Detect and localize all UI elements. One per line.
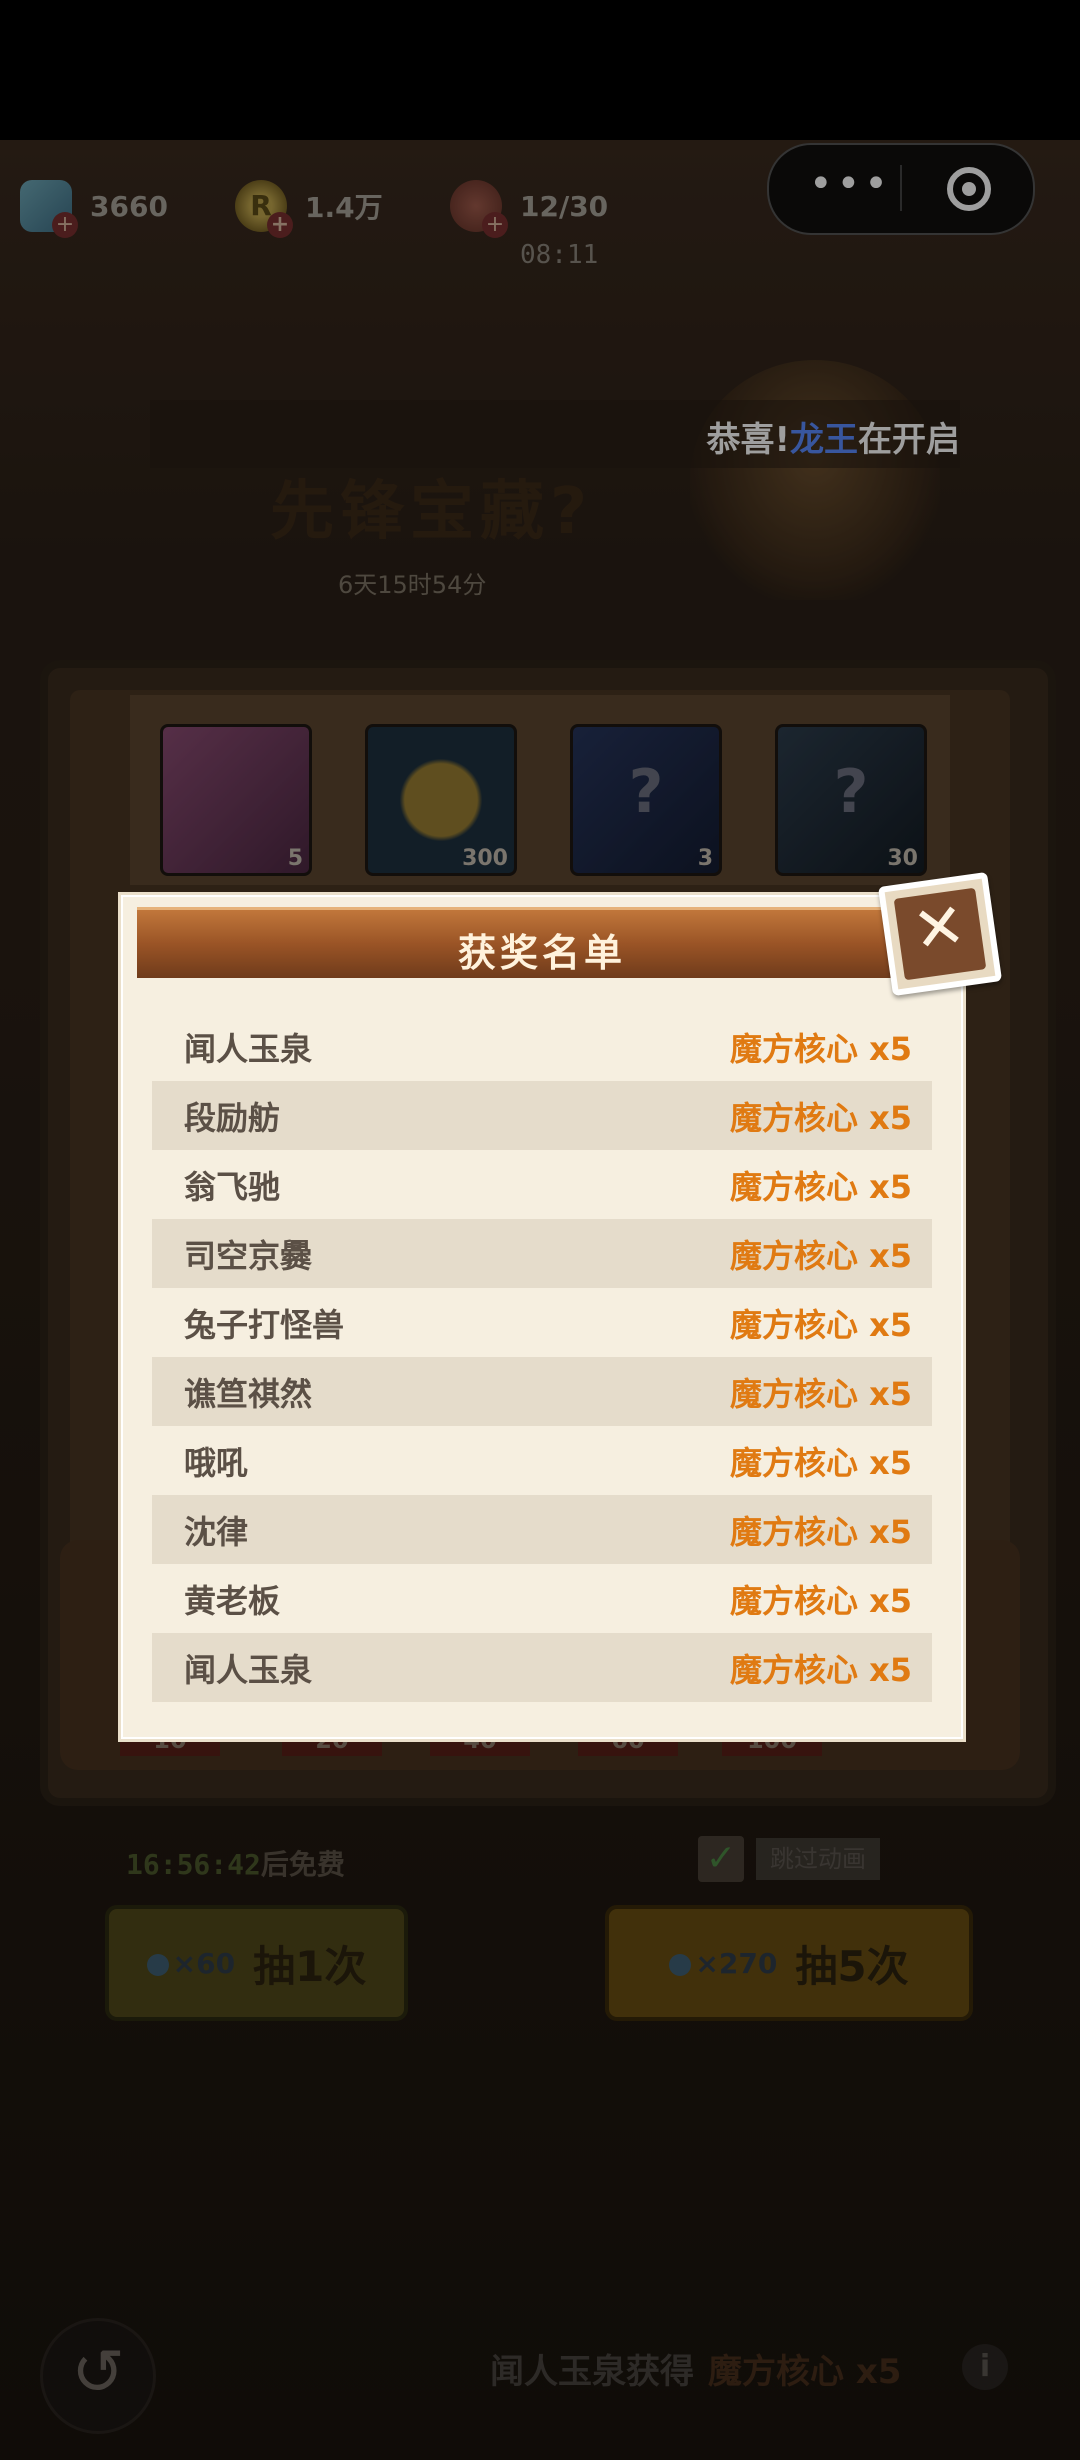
winner-prize: 魔方核心 x5: [729, 1581, 912, 1620]
winner-prize: 魔方核心 x5: [729, 1167, 912, 1206]
winner-name: 黄老板: [184, 1581, 281, 1620]
list-item: 闻人玉泉 魔方核心 x5: [152, 1012, 932, 1081]
dialog-header: 获奖名单: [137, 907, 947, 978]
winner-name: 段励舫: [184, 1098, 281, 1137]
list-item: 沈律 魔方核心 x5: [152, 1495, 932, 1564]
winner-name: 翁飞驰: [184, 1167, 281, 1206]
list-item: 司空京爨 魔方核心 x5: [152, 1219, 932, 1288]
winner-prize: 魔方核心 x5: [729, 1098, 912, 1137]
winner-prize: 魔方核心 x5: [729, 1305, 912, 1344]
list-item: 翁飞驰 魔方核心 x5: [152, 1150, 932, 1219]
list-item: 谯笪祺然 魔方核心 x5: [152, 1357, 932, 1426]
winner-prize: 魔方核心 x5: [729, 1443, 912, 1482]
list-item: 段励舫 魔方核心 x5: [152, 1081, 932, 1150]
winner-name: 闻人玉泉: [184, 1650, 313, 1689]
winner-prize: 魔方核心 x5: [729, 1512, 912, 1551]
close-icon: ✕: [893, 887, 987, 981]
close-button[interactable]: ✕: [877, 871, 1003, 997]
list-item: 哦吼 魔方核心 x5: [152, 1426, 932, 1495]
dialog-title: 获奖名单: [457, 931, 626, 975]
winner-prize: 魔方核心 x5: [729, 1650, 912, 1689]
winner-prize: 魔方核心 x5: [729, 1029, 912, 1068]
winner-name: 谯笪祺然: [184, 1374, 313, 1413]
winners-dialog: 获奖名单 ✕ 闻人玉泉 魔方核心 x5 段励舫 魔方核心 x5 翁飞驰 魔方核心 x5…: [121, 871, 1003, 1739]
winner-list: 闻人玉泉 魔方核心 x5 段励舫 魔方核心 x5 翁飞驰 魔方核心 x5 司空京爨 魔方…: [152, 1012, 932, 1702]
winner-prize: 魔方核心 x5: [729, 1236, 912, 1275]
list-item: 黄老板 魔方核心 x5: [152, 1564, 932, 1633]
winner-name: 沈律: [184, 1512, 249, 1551]
winner-name: 兔子打怪兽: [184, 1305, 345, 1344]
list-item: 兔子打怪兽 魔方核心 x5: [152, 1288, 932, 1357]
winner-name: 闻人玉泉: [184, 1029, 313, 1068]
status-bar-area: [0, 0, 1080, 140]
winner-name: 司空京爨: [184, 1236, 313, 1275]
winner-name: 哦吼: [184, 1443, 249, 1482]
winner-prize: 魔方核心 x5: [729, 1374, 912, 1413]
list-item: 闻人玉泉 魔方核心 x5: [152, 1633, 932, 1702]
